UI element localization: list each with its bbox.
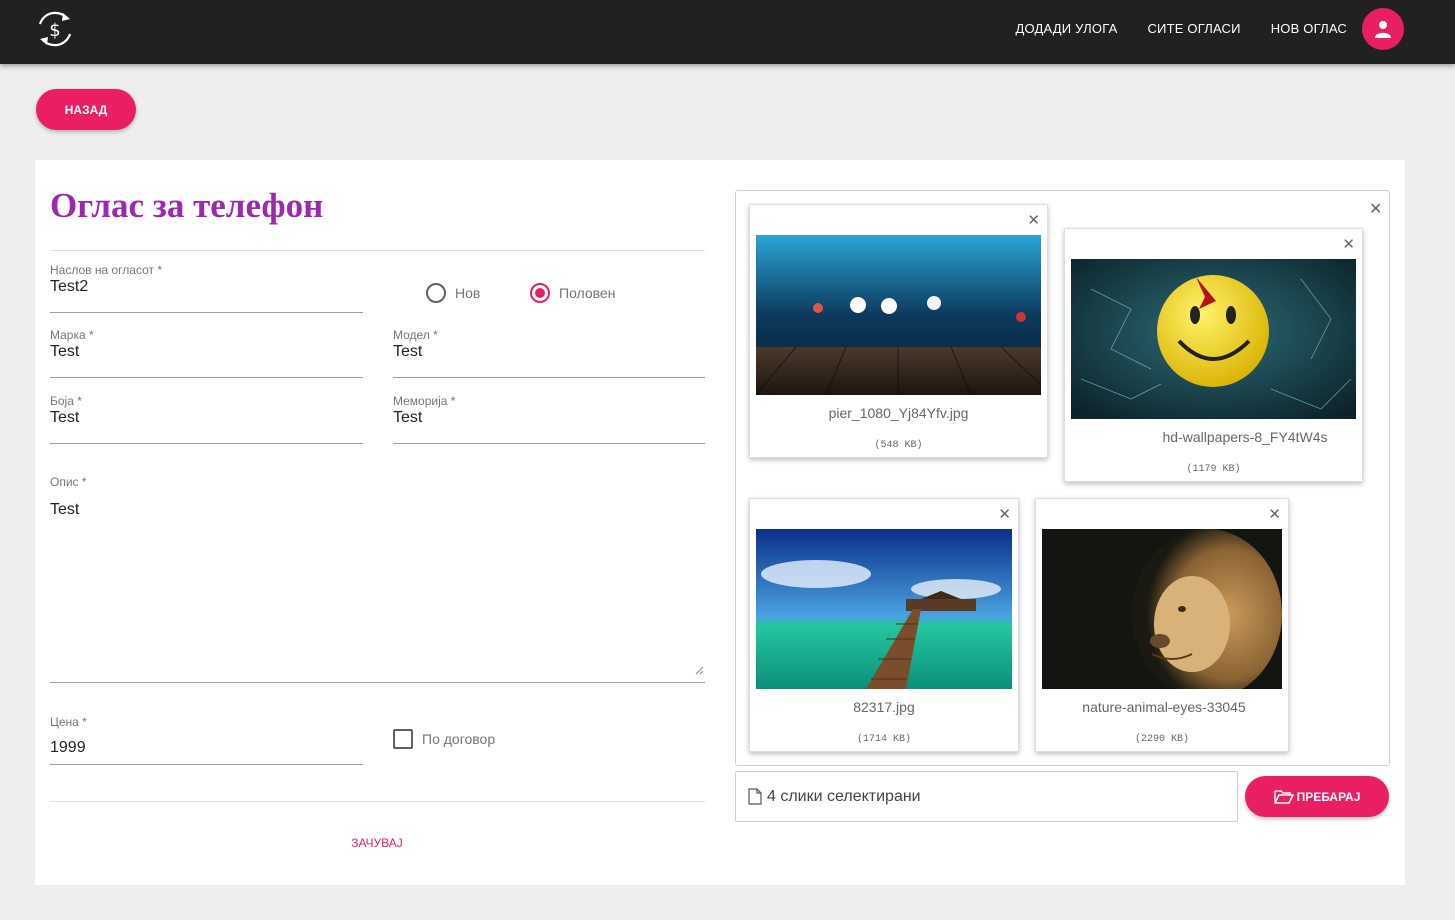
file-size: (1714 KB) [856,734,911,745]
user-avatar-button[interactable] [1362,8,1404,50]
memory-field[interactable]: Меморија * Test [393,394,705,444]
brand-label: Марка * [50,328,94,342]
file-thumbnail: ✕ pier_1080_Yj84Yfv.jpg (548 KB) [749,204,1048,458]
file-caption[interactable]: 4 слики селектирани [735,771,1238,822]
ad-title-value[interactable]: Test2 [50,278,88,296]
svg-text:$: $ [49,20,60,41]
file-name: nature-animal-eyes-33045 [1082,699,1246,715]
footer-divider [50,801,705,802]
radio-used-label: Половен [559,285,616,301]
file-thumbnail: ✕ 82317.jpg (1714 KB) [749,498,1019,752]
model-field[interactable]: Модел * Test [393,328,705,378]
color-label: Боја * [50,394,82,408]
clear-all-close-icon[interactable]: ✕ [1369,199,1382,219]
nav-new-ad[interactable]: НОВ ОГЛАС [1271,21,1347,36]
negotiable-checkbox[interactable]: По договор [393,729,495,749]
memory-value[interactable]: Test [393,409,422,427]
model-label: Модел * [393,328,438,342]
description-field[interactable]: Опис * Test [50,475,705,683]
back-button[interactable]: НАЗАД [36,89,136,130]
radio-used[interactable]: Половен [530,283,615,303]
browse-button[interactable]: ПРЕБАРАЈ [1245,776,1389,817]
remove-file-close-icon[interactable]: ✕ [998,507,1011,522]
radio-new[interactable]: Нов [426,283,480,303]
color-field[interactable]: Боја * Test [50,394,363,444]
model-value[interactable]: Test [393,343,422,361]
radio-new-circle[interactable] [426,283,446,303]
ad-title-label: Наслов на огласот * [50,263,163,277]
file-thumbnail: ✕ hd-wallpapers-8_FY4tW4s (1179 KB) [1064,228,1363,482]
file-name: hd-wallpapers-8_FY4tW4s [1162,429,1328,445]
resize-handle-icon[interactable] [695,666,704,675]
price-field[interactable]: Цена * 1999 [50,715,363,765]
file-caption-text: 4 слики селектирани [767,787,921,805]
price-value[interactable]: 1999 [50,739,86,757]
navbar: $ ДОДАДИ УЛОГА СИТЕ ОГЛАСИ НОВ ОГЛАС [0,0,1455,64]
file-thumbnail: ✕ nature-animal-eyes-33045 (2290 KB) [1035,498,1289,752]
brand-field[interactable]: Марка * Test [50,328,363,378]
save-button[interactable]: ЗАЧУВАЈ [327,830,427,856]
browse-label: ПРЕБАРАЈ [1296,789,1361,804]
file-name: 82317.jpg [853,699,915,715]
memory-label: Меморија * [393,394,456,408]
folder-open-icon [1273,790,1294,804]
negotiable-checkbox-box[interactable] [393,729,413,749]
color-value[interactable]: Test [50,409,79,427]
price-label: Цена * [50,715,87,729]
page-title: Оглас за телефон [50,186,324,225]
dollar-exchange-icon[interactable]: $ [34,8,76,50]
description-value[interactable]: Test [50,501,79,519]
image-preview-beach [756,529,1012,689]
image-preview-smiley [1071,259,1356,419]
remove-file-close-icon[interactable]: ✕ [1268,507,1281,522]
file-size: (2290 KB) [1134,734,1189,745]
negotiable-label: По договор [422,731,496,747]
brand-value[interactable]: Test [50,343,79,361]
file-size: (548 KB) [874,440,923,451]
radio-new-label: Нов [455,285,481,301]
nav-add-role[interactable]: ДОДАДИ УЛОГА [1015,21,1117,36]
nav-all-ads[interactable]: СИТЕ ОГЛАСИ [1147,21,1240,36]
file-name: pier_1080_Yj84Yfv.jpg [828,405,969,421]
remove-file-close-icon[interactable]: ✕ [1342,237,1355,252]
image-preview-lion [1042,529,1282,689]
title-divider [50,250,705,251]
description-label: Опис * [50,475,87,489]
ad-title-field[interactable]: Наслов на огласот * Test2 [50,263,363,313]
file-size: (1179 KB) [1186,464,1241,475]
radio-used-circle[interactable] [530,283,550,303]
user-icon [1375,21,1391,38]
file-icon [748,788,762,805]
remove-file-close-icon[interactable]: ✕ [1027,213,1040,228]
image-preview-pier [756,235,1041,395]
